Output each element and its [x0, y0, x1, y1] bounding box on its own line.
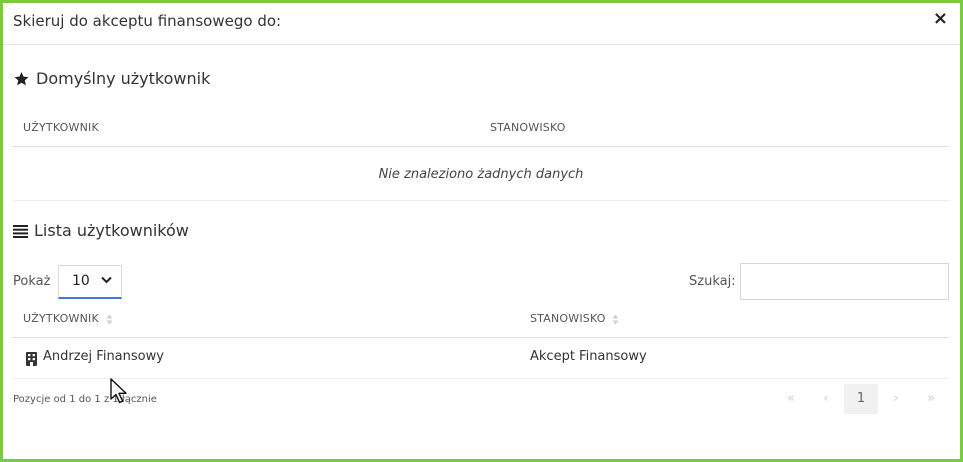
row-user-name: Andrzej Finansowy: [43, 349, 164, 364]
list-icon: [13, 224, 28, 238]
pagination-last-button[interactable]: »: [914, 384, 948, 414]
column-header-position-label: STANOWISKO: [530, 312, 606, 325]
default-user-heading-label: Domyślny użytkownik: [36, 69, 211, 88]
pagination-next-button[interactable]: ›: [879, 384, 913, 414]
table-header-divider: [13, 146, 949, 147]
star-icon: [14, 71, 29, 85]
mouse-cursor-icon: [110, 378, 127, 404]
pagination-first-button[interactable]: «: [774, 384, 808, 414]
search-input[interactable]: [740, 263, 949, 300]
list-header-divider: [13, 337, 949, 338]
column-header-position: STANOWISKO: [490, 121, 566, 134]
row-divider: [13, 378, 949, 379]
page-size-value: 10: [72, 273, 90, 289]
modal-title: Skieruj do akceptu finansowego do:: [13, 12, 282, 30]
column-header-user: UŻYTKOWNIK: [23, 121, 99, 134]
user-list-heading-label: Lista użytkowników: [34, 221, 189, 240]
column-header-user-sortable[interactable]: UŻYTKOWNIK: [23, 312, 113, 325]
column-header-position-sortable[interactable]: STANOWISKO: [530, 312, 619, 325]
modal-header: Skieruj do akceptu finansowego do: ×: [3, 3, 960, 45]
chevron-down-icon: [101, 276, 112, 284]
default-user-heading: Domyślny użytkownik: [13, 69, 210, 88]
row-position: Akcept Finansowy: [530, 349, 647, 364]
column-header-user-label: UŻYTKOWNIK: [23, 312, 99, 325]
building-icon: [26, 352, 37, 366]
empty-table-message: Nie znaleziono żadnych danych: [378, 167, 584, 182]
table-bottom-divider: [13, 200, 949, 201]
close-icon[interactable]: ×: [933, 10, 948, 28]
modal-dialog: Skieruj do akceptu finansowego do: × Dom…: [0, 0, 963, 462]
search-label: Szukaj:: [689, 274, 736, 289]
page-size-label: Pokaż: [13, 274, 51, 289]
page-size-select[interactable]: 10: [58, 265, 122, 299]
sort-icon: [106, 314, 113, 324]
pagination-info: Pozycje od 1 do 1 z 1 łącznie: [13, 394, 157, 405]
user-list-heading: Lista użytkowników: [13, 221, 189, 240]
sort-icon: [612, 314, 619, 324]
pagination-page-1-button[interactable]: 1: [844, 384, 878, 414]
pagination-prev-button[interactable]: ‹: [809, 384, 843, 414]
